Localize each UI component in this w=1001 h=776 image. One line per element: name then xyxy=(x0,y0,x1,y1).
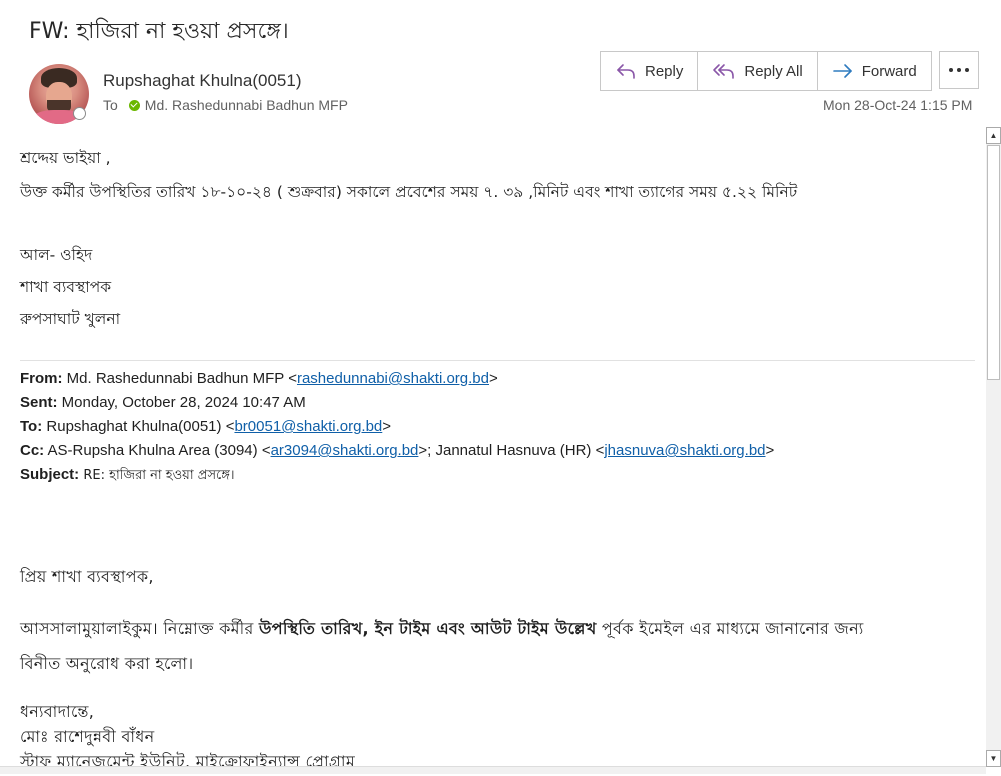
fwd-sent-line: Sent: Monday, October 28, 2024 10:47 AM xyxy=(20,394,306,411)
close-bracket: > xyxy=(382,418,392,435)
sender-name[interactable]: Rupshaghat Khulna(0051) xyxy=(103,71,301,91)
fwd-cc-line: Cc: AS-Rupsha Khulna Area (3094) <ar3094… xyxy=(20,442,774,459)
from-name: Md. Rashedunnabi Badhun MFP < xyxy=(66,370,297,387)
cc-name1: AS-Rupsha Khulna Area (3094) < xyxy=(47,442,271,459)
reply-all-button[interactable]: Reply All xyxy=(698,52,818,90)
forward-arrow-icon xyxy=(832,64,852,78)
to-header-label: To: xyxy=(20,418,43,435)
presence-status-icon xyxy=(73,107,86,120)
para-end: পূর্বক ইমেইল এর মাধ্যমে জানানোর জন্য xyxy=(596,619,864,638)
received-datetime: Mon 28-Oct-24 1:15 PM xyxy=(823,97,973,113)
signature-branch: রুপসাঘাট খুলনা xyxy=(20,310,121,328)
fwd-subject-line: Subject: RE: হাজিরা না হওয়া প্রসঙ্গে। xyxy=(20,466,235,487)
more-actions-button[interactable] xyxy=(939,51,979,89)
close-bracket: > xyxy=(765,442,775,459)
recipient-name[interactable]: Md. Rashedunnabi Badhun MFP xyxy=(145,97,348,113)
to-email-link[interactable]: br0051@shakti.org.bd xyxy=(234,418,382,435)
salutation: প্রিয় শাখা ব্যবস্থাপক, xyxy=(20,567,154,586)
para-start: আসসালামুয়ালাইকুম। নিম্নোক্ত কর্মীর xyxy=(20,619,259,638)
ellipsis-icon xyxy=(949,68,969,72)
para-bold: উপস্থিতি তারিখ, ইন টাইম এবং আউট টাইম উল্… xyxy=(258,619,597,638)
available-status-icon xyxy=(128,99,140,111)
recipient-line: To Md. Rashedunnabi Badhun MFP xyxy=(103,97,348,113)
reply-all-icon xyxy=(713,64,735,79)
from-label: From: xyxy=(20,370,63,387)
fwd-to-line: To: Rupshaghat Khulna(0051) <br0051@shak… xyxy=(20,418,391,435)
signature-title: শাখা ব্যবস্থাপক xyxy=(20,278,112,296)
cc-separator: >; Jannatul Hasnuva (HR) < xyxy=(418,442,605,459)
email-subject: FW: হাজিরা না হওয়া প্রসঙ্গে। xyxy=(29,19,289,44)
sent-label: Sent: xyxy=(20,394,58,411)
subject-label: Subject: xyxy=(20,466,80,483)
reply-icon xyxy=(617,64,635,79)
scroll-up-icon[interactable]: ▲ xyxy=(986,127,1001,144)
close-bracket: > xyxy=(489,370,498,387)
cc-email1-link[interactable]: ar3094@shakti.org.bd xyxy=(271,442,419,459)
to-label: To xyxy=(103,97,118,113)
forward-label: Forward xyxy=(861,62,917,80)
request-paragraph-line2: বিনীত অনুরোধ করা হলো। xyxy=(20,654,194,673)
from-email-link[interactable]: rashedunnabi@shakti.org.bd xyxy=(297,370,489,387)
reply-button[interactable]: Reply xyxy=(601,52,699,90)
cc-label: Cc: xyxy=(20,442,45,459)
vertical-scrollbar[interactable]: ▲ ▼ xyxy=(986,127,1001,767)
closing-name: মোঃ রাশেদুন্নবী বাঁধন xyxy=(20,727,155,746)
request-paragraph-line1: আসসালামুয়ালাইকুম। নিম্নোক্ত কর্মীর উপস্… xyxy=(20,616,864,643)
message-text: উক্ত কর্মীর উপস্থিতির তারিখ ১৮-১০-২৪ ( শ… xyxy=(20,183,798,201)
scroll-thumb[interactable] xyxy=(987,145,1000,380)
cc-email2-link[interactable]: jhasnuva@shakti.org.bd xyxy=(604,442,765,459)
sent-value: Monday, October 28, 2024 10:47 AM xyxy=(61,394,306,411)
forward-button[interactable]: Forward xyxy=(818,52,931,90)
signature-name: আল- ওহিদ xyxy=(20,246,93,264)
action-toolbar: Reply Reply All Forward xyxy=(600,51,932,91)
scroll-down-icon[interactable]: ▼ xyxy=(986,750,1001,767)
reply-all-label: Reply All xyxy=(744,62,803,80)
reply-label: Reply xyxy=(645,62,684,80)
to-name: Rupshaghat Khulna(0051) < xyxy=(46,418,235,435)
greeting: শ্রদ্দেয় ভাইয়া , xyxy=(20,149,111,167)
subject-value: RE: হাজিরা না হওয়া প্রসঙ্গে। xyxy=(83,468,235,483)
fwd-from-line: From: Md. Rashedunnabi Badhun MFP <rashe… xyxy=(20,370,498,387)
forward-divider xyxy=(20,360,975,361)
closing: ধন্যবাদান্তে, xyxy=(20,702,95,721)
